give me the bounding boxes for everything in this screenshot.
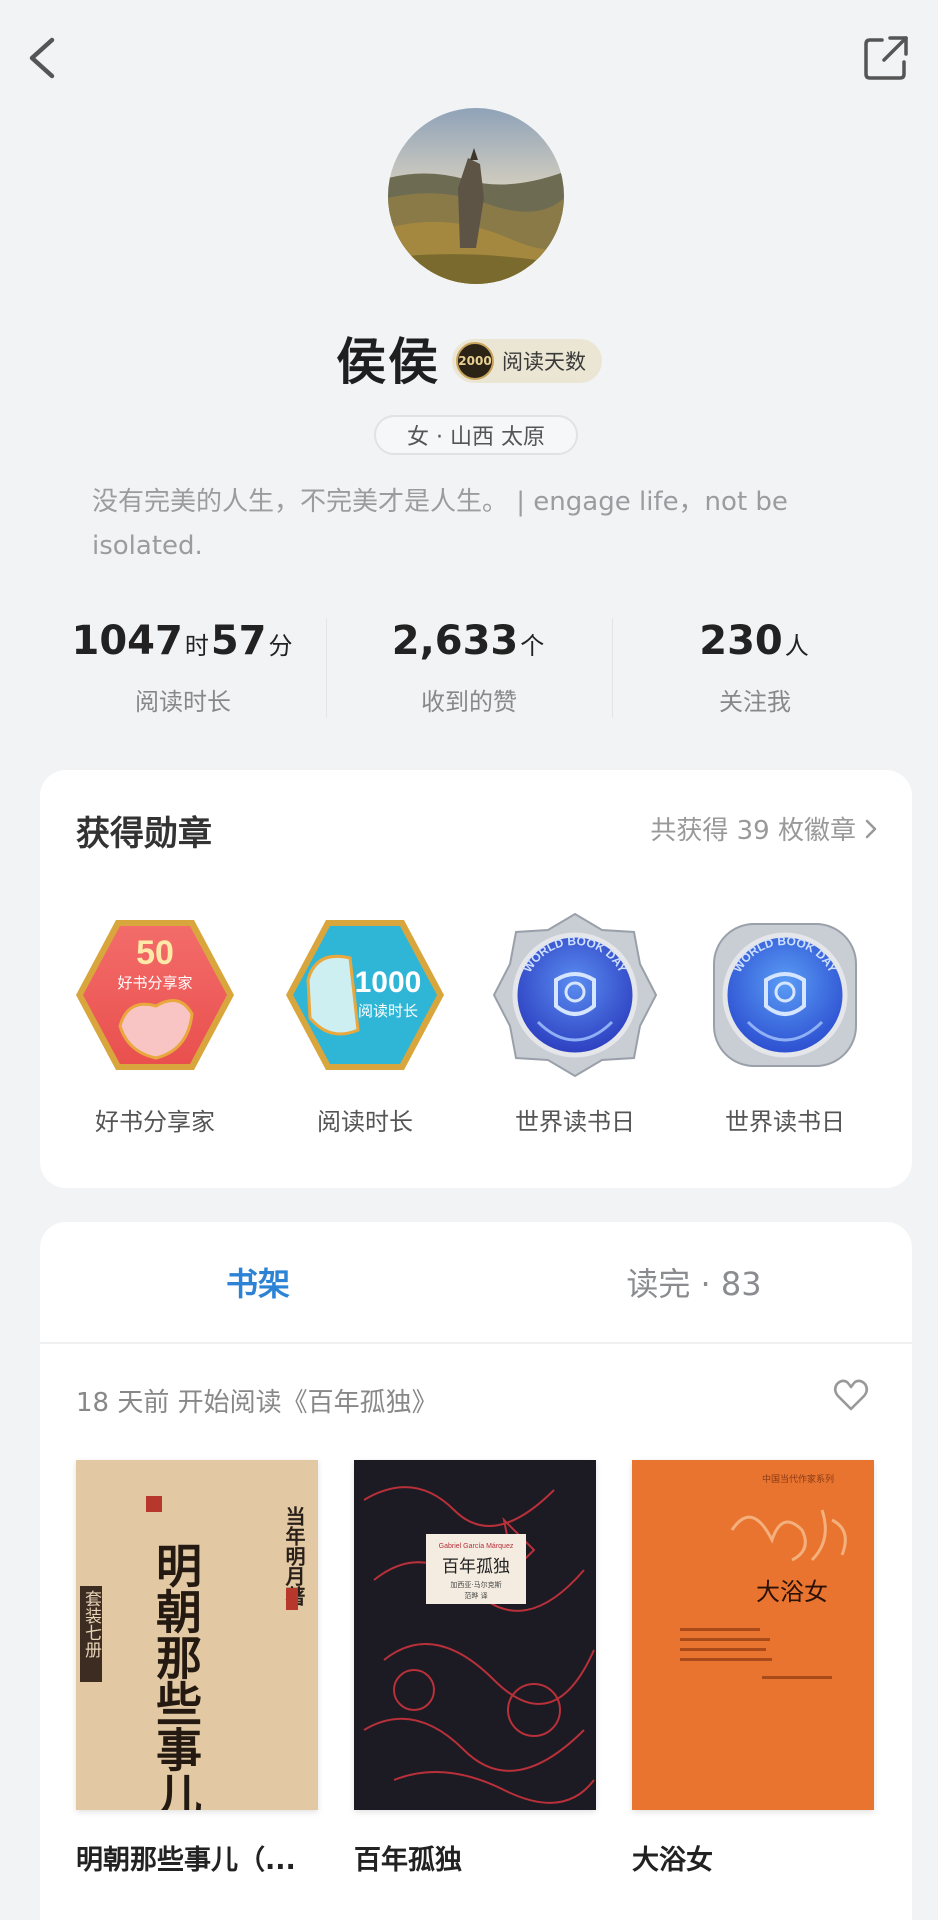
followers-label: 关注我 [719,688,791,716]
read-days-label: 阅读天数 [502,350,586,374]
avatar[interactable] [388,108,564,284]
medals-row: 50 好书分享家 好书分享家 1000 阅读时长 阅读时长 WORLD BOOK… [40,910,912,1137]
medals-card: 获得勋章 共获得 39 枚徽章 50 好书分享家 好书分享家 1000 阅读时长… [40,770,912,1188]
world-book-day-medal-icon: WORLD BOOK DAY [492,912,658,1078]
cover-main-text: 大浴女 [756,1578,828,1606]
book-item[interactable]: 明朝那些事儿 当年明月著 套装七册 明朝那些事儿（... [76,1460,318,1877]
read-days-count: 2000 [456,342,494,380]
hours-unit: 时 [184,632,209,660]
medals-more-link[interactable]: 共获得 39 枚徽章 [650,810,878,847]
book-title: 大浴女 [632,1845,713,1876]
likes-unit: 个 [520,632,545,660]
heart-icon[interactable] [832,1376,870,1414]
medal-item[interactable]: 50 好书分享家 好书分享家 [50,910,260,1137]
medals-title: 获得勋章 [76,814,212,854]
book-cover: 中国当代作家系列 大浴女 [632,1460,874,1810]
external-link-icon[interactable] [862,34,910,82]
reading-minutes-value: 57 [210,618,267,664]
book-list: 明朝那些事儿 当年明月著 套装七册 明朝那些事儿（... Gabriel Gar… [76,1460,876,1877]
cover-translator-text: 范晔 译 [464,1591,487,1600]
book-title: 百年孤独 [354,1845,462,1876]
book-title: 明朝那些事儿（... [76,1845,296,1876]
medal-item[interactable]: WORLD BOOK DAY 世界读书日 [680,910,890,1137]
medal-label: 阅读时长 [317,1108,413,1136]
likes-value: 2,633 [391,618,519,664]
stats-row: 1047 时 57 分 阅读时长 2,633 个 收到的赞 230 人 关注我 [40,618,898,722]
name-row: 侯侯 2000 阅读天数 [0,322,938,394]
medal-label: 世界读书日 [515,1108,635,1136]
book-item[interactable]: 中国当代作家系列 大浴女 大浴女 [632,1460,874,1877]
recent-activity: 18 天前 开始阅读《百年孤独》 [76,1388,438,1418]
top-bar [0,0,938,120]
book-cover: Gabriel García Márquez 百年孤独 加西亚·马尔克斯 范晔 … [354,1460,596,1810]
gender-location-tag: 女 · 山西 太原 [374,415,578,455]
user-bio: 没有完美的人生，不完美才是人生。 | engage life，not be is… [92,487,788,561]
medals-count-text: 共获得 39 枚徽章 [650,816,856,846]
stat-reading-time[interactable]: 1047 时 57 分 阅读时长 [40,618,326,722]
book-cover: 明朝那些事儿 当年明月著 套装七册 [76,1460,318,1810]
reading-time-medal-icon: 1000 阅读时长 [286,920,444,1070]
likes-label: 收到的赞 [421,688,517,716]
stat-likes[interactable]: 2,633 个 收到的赞 [326,618,612,722]
book-item[interactable]: Gabriel García Márquez 百年孤独 加西亚·马尔克斯 范晔 … [354,1460,596,1877]
user-name: 侯侯 [336,332,440,391]
cover-author-text: 加西亚·马尔克斯 [450,1580,501,1589]
read-days-badge[interactable]: 2000 阅读天数 [452,339,602,383]
share-medal-icon: 50 好书分享家 [76,920,234,1070]
bookshelf-card: 书架 读完 · 83 18 天前 开始阅读《百年孤独》 明朝那些事儿 当年明月著… [40,1222,912,1920]
minutes-unit: 分 [268,632,293,660]
followers-value: 230 [699,618,783,664]
chevron-right-icon [865,819,877,838]
reading-time-label: 阅读时长 [135,688,231,716]
cover-series-text: 中国当代作家系列 [762,1473,834,1485]
reading-hours-value: 1047 [71,618,183,664]
medal-number: 50 [136,934,174,972]
followers-unit: 人 [784,632,809,660]
medal-number: 1000 [355,966,422,999]
medal-sub-label: 阅读时长 [358,1002,418,1020]
medal-label: 世界读书日 [725,1108,845,1136]
tab-bookshelf[interactable]: 书架 [40,1222,476,1342]
world-book-day-medal-icon: WORLD BOOK DAY [713,923,857,1067]
medal-item[interactable]: WORLD BOOK DAY 世界读书日 [470,910,680,1137]
chevron-left-icon[interactable] [22,34,62,82]
cover-set-text: 套装七册 [81,1590,102,1659]
tab-finished[interactable]: 读完 · 83 [476,1222,912,1342]
cover-main-text: 百年孤独 [442,1557,510,1577]
cover-main-text: 明朝那些事儿 [149,1542,203,1810]
medal-label: 好书分享家 [95,1108,215,1136]
cover-author-en: Gabriel García Márquez [439,1543,514,1550]
medal-sub-label: 好书分享家 [117,974,192,992]
stat-followers[interactable]: 230 人 关注我 [612,618,898,722]
shelf-tabs: 书架 读完 · 83 [40,1222,912,1344]
medal-item[interactable]: 1000 阅读时长 阅读时长 [260,910,470,1137]
